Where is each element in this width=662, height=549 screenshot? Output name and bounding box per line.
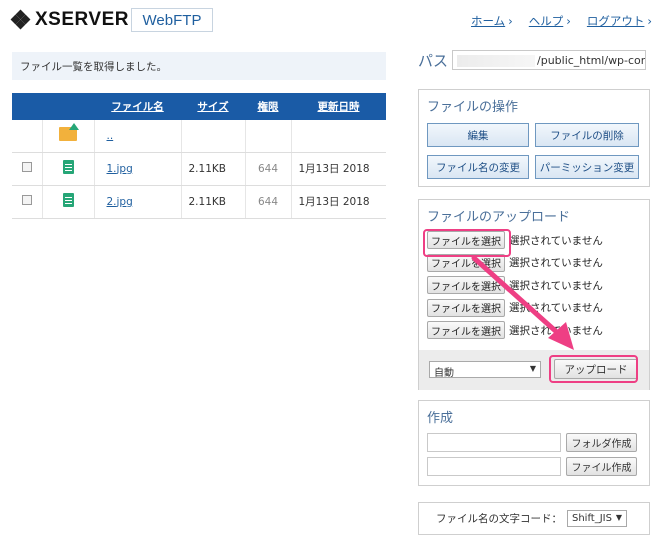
encoding-select[interactable]: Shift_JIS ▼ [567,510,627,527]
cell-name: 2.jpg [94,185,182,219]
file-perm: 644 [245,185,292,219]
table-row-parent[interactable]: .. [12,120,386,153]
file-ops-panel: ファイルの操作 編集 ファイルの削除 ファイル名の変更 パーミッション変更 [418,89,650,187]
header-size[interactable]: サイズ [181,93,245,120]
upload-mode-select[interactable]: 自動 ▼ [429,361,541,379]
path-value: /public_html/wp-conten [537,54,646,67]
folder-up-icon[interactable] [59,123,79,142]
choose-file-button[interactable]: ファイルを選択 [427,298,505,317]
caret-down-icon: ▼ [529,364,536,373]
edit-button[interactable]: 編集 [427,123,529,147]
rename-button[interactable]: ファイル名の変更 [427,155,529,179]
upload-mode-value: 自動 [434,368,454,379]
create-folder-button[interactable]: フォルダ作成 [566,432,637,452]
upload-row: ファイルを選択 選択されていません [419,274,649,297]
file-date: 1月13日 2018 [291,152,386,186]
folder-name-input[interactable] [427,432,561,452]
app-badge: WebFTP [131,8,213,32]
table-row[interactable]: 2.jpg 2.11KB 644 1月13日 2018 [12,185,386,219]
create-panel: 作成 フォルダ作成 ファイル作成 [418,400,650,486]
table-row[interactable]: 1.jpg 2.11KB 644 1月13日 2018 [12,152,386,186]
cell-name: .. [94,120,182,153]
file-size: 2.11KB [181,185,246,219]
logo-text: XSERVER [35,9,129,30]
encoding-value: Shift_JIS [572,513,612,524]
cell-check [12,185,43,219]
upload-row: ファイルを選択 選択されていません [419,297,649,320]
cell-name: 1.jpg [94,152,182,186]
cell-empty [291,120,386,153]
parent-dir-link[interactable]: .. [107,130,114,142]
file-date: 1月13日 2018 [291,185,386,219]
xserver-logo[interactable]: XSERVER [10,9,129,31]
cell-check [12,152,43,186]
cell-icon [42,185,95,219]
choose-file-button[interactable]: ファイルを選択 [427,276,505,295]
document-icon [62,160,74,174]
encoding-label: ファイル名の文字コード： [436,513,562,525]
path-label: パス [418,52,449,70]
highlight-upload-button [549,355,638,383]
caret-down-icon: ▼ [615,513,622,522]
delete-file-button[interactable]: ファイルの削除 [535,123,639,147]
chevron-right-icon: › [566,14,571,28]
chevron-right-icon: › [647,14,652,28]
blurred-path-segment [457,55,535,67]
row-checkbox[interactable] [21,162,32,172]
file-perm: 644 [245,152,292,186]
create-folder-row: フォルダ作成 [419,430,649,454]
choose-file-status: 選択されていません [509,257,603,270]
top-nav: ホーム › ヘルプ › ログアウト › [471,13,652,29]
nav-home-label: ホーム [471,14,506,28]
choose-file-status: 選択されていません [509,279,603,292]
nav-logout-label: ログアウト [586,14,645,28]
table-header-row: ファイル名 サイズ 権限 更新日時 [12,93,386,120]
file-table: ファイル名 サイズ 権限 更新日時 .. 1.jpg 2.11KB 644 1月… [12,93,386,219]
header-name[interactable]: ファイル名 [94,93,181,120]
highlight-choose-file [423,229,511,257]
header-icon [42,93,94,120]
choose-file-status: 選択されていません [509,234,603,247]
nav-logout-link[interactable]: ログアウト › [587,13,652,29]
upload-title: ファイルのアップロード [427,210,571,225]
status-message: ファイル一覧を取得しました。 [12,52,386,80]
upload-row: ファイルを選択 選択されていません [419,319,649,342]
encoding-panel: ファイル名の文字コード： Shift_JIS ▼ [418,502,650,535]
choose-file-status: 選択されていません [509,324,603,337]
cell-empty [12,120,43,153]
create-title: 作成 [427,411,454,426]
nav-help-label: ヘルプ [528,14,564,28]
create-file-row: ファイル作成 [419,454,649,478]
file-name-link[interactable]: 1.jpg [107,163,133,175]
nav-home-link[interactable]: ホーム › [471,13,513,29]
file-name-link[interactable]: 2.jpg [107,196,133,208]
cell-empty [181,120,246,153]
row-checkbox[interactable] [21,195,32,205]
cell-icon [42,152,95,186]
header-date[interactable]: 更新日時 [291,93,386,120]
create-file-button[interactable]: ファイル作成 [566,456,637,476]
choose-file-status: 選択されていません [509,302,603,315]
nav-help-link[interactable]: ヘルプ › [529,13,571,29]
file-ops-title: ファイルの操作 [427,100,519,115]
permission-button[interactable]: パーミッション変更 [535,155,639,179]
file-size: 2.11KB [181,152,246,186]
header-check [12,93,42,120]
xserver-logo-icon [10,9,31,30]
document-icon [62,193,74,207]
chevron-right-icon: › [508,14,513,28]
path-field[interactable]: /public_html/wp-conten [452,50,646,70]
cell-icon [42,120,95,153]
file-name-input[interactable] [427,456,561,476]
choose-file-button[interactable]: ファイルを選択 [427,321,505,340]
header-perm[interactable]: 権限 [245,93,291,120]
cell-empty [245,120,292,153]
